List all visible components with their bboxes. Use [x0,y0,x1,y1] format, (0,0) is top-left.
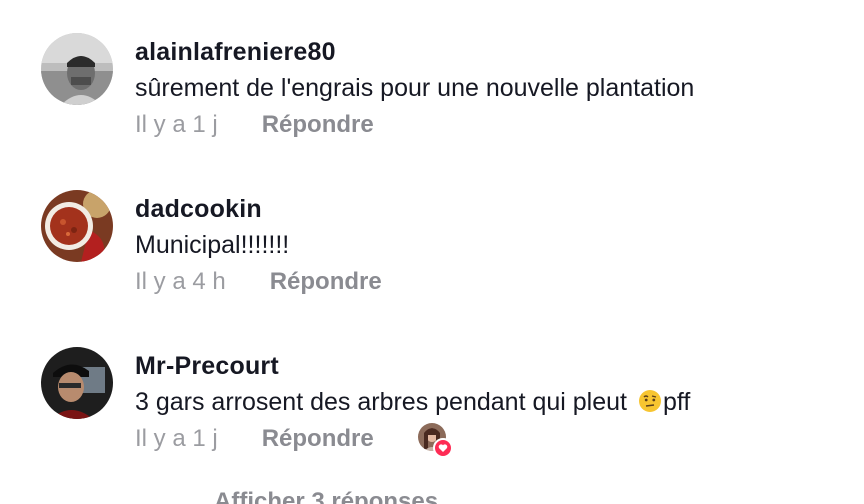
comment-text-part: 3 gars arrosent des arbres pendant qui p… [135,388,634,416]
comment-meta: Il y a 4 h Répondre [135,268,382,296]
comment-meta: Il y a 1 j Répondre [135,111,374,139]
view-replies-button[interactable]: Afficher 3 réponses [214,488,438,504]
comment-text: Municipal!!!!!!! [135,231,290,259]
reply-button[interactable]: Répondre [262,111,374,139]
comment-time: Il y a 4 h [135,268,226,295]
heart-icon [432,438,453,458]
comment-username[interactable]: dadcookin [135,195,262,224]
comment-text-part: pff [662,388,691,416]
reply-button[interactable]: Répondre [270,268,382,296]
comment-text: 3 gars arrosent des arbres pendant qui p… [135,388,690,417]
comment-time: Il y a 1 j [135,111,218,138]
avatar[interactable] [41,347,113,419]
comment-item: Mr-Precourt 3 gars arrosent des arbres p… [0,0,864,458]
raised-eyebrow-emoji-icon [638,390,661,412]
reply-button[interactable]: Répondre [262,425,374,453]
creator-liked-badge [417,423,453,458]
comments-list: alainlafreniere80 sûrement de l'engrais … [0,0,864,504]
avatar[interactable] [41,190,113,262]
comment-username[interactable]: Mr-Precourt [135,352,279,381]
comment-meta: Il y a 1 j Répondre [135,423,453,458]
comment-time: Il y a 1 j [135,425,218,452]
